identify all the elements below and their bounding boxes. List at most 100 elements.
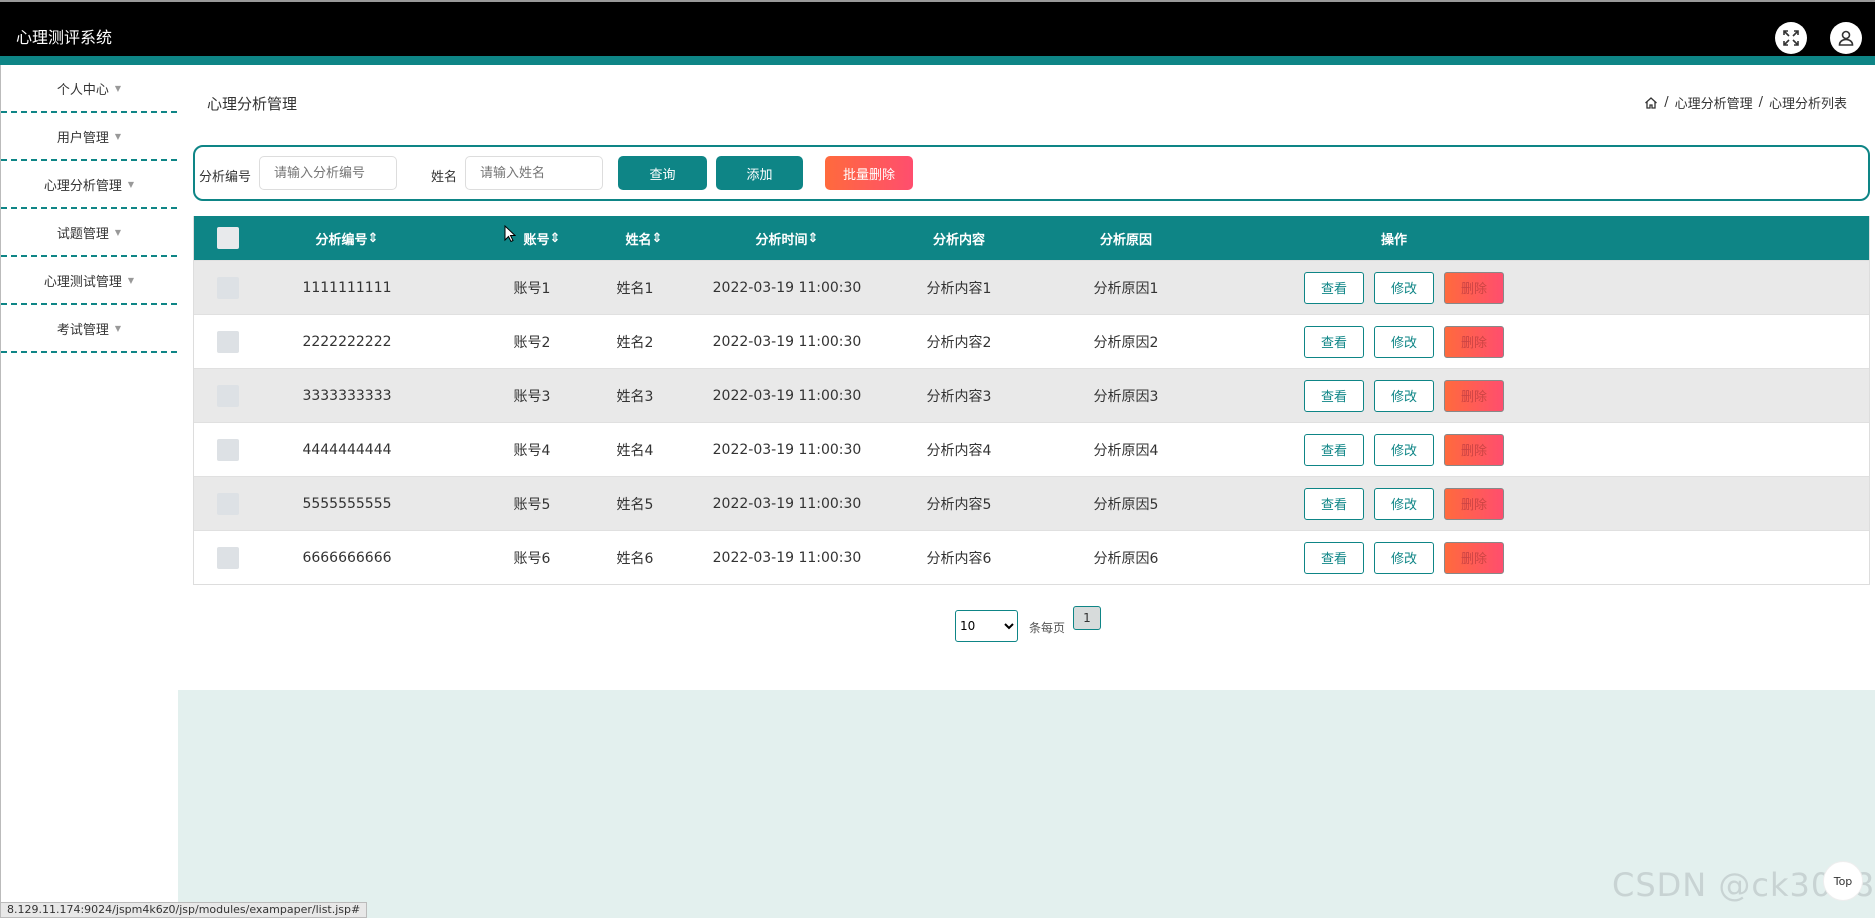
cell-analysis-code: 3333333333 [302,387,392,404]
delete-button[interactable]: 删除 [1444,487,1504,520]
caret-down-icon: ▼ [114,83,122,93]
table-row: 3333333333 账号3 姓名3 2022-03-19 11:00:30 分… [194,368,1869,422]
user-icon [1838,30,1854,46]
cell-analysis-content: 分析内容5 [926,496,992,513]
top-bar: 心理测评系统 [0,0,1875,56]
sort-icon: ⇕ [807,230,819,246]
caret-down-icon: ▼ [127,275,135,285]
breadcrumb-level1[interactable]: 心理分析管理 [1675,93,1753,112]
delete-button[interactable]: 删除 [1444,379,1504,412]
cell-account: 账号3 [513,388,551,405]
sort-icon: ⇕ [367,230,379,246]
header-analysis-code[interactable]: 分析编号 ⇕ [292,216,402,260]
breadcrumb: / 心理分析管理 / 心理分析列表 [1644,93,1847,112]
cell-analysis-time: 2022-03-19 11:00:30 [712,333,862,350]
cell-analysis-content: 分析内容6 [926,550,992,567]
query-button[interactable]: 查询 [618,156,707,190]
edit-button[interactable]: 修改 [1374,487,1434,520]
back-to-top-button[interactable]: Top [1823,861,1863,901]
table-header: 分析编号 ⇕ 账号 ⇕ 姓名 ⇕ 分析时间 ⇕ 分析内容 分析原因 操作 [194,216,1869,260]
row-actions: 查看 修改 删除 [1304,369,1504,422]
main-content: 心理分析管理 / 心理分析管理 / 心理分析列表 分析编号 姓名 查询 添加 批… [178,65,1875,918]
home-icon[interactable] [1644,96,1658,110]
fullscreen-icon [1783,30,1799,46]
view-button[interactable]: 查看 [1304,487,1364,520]
view-button[interactable]: 查看 [1304,325,1364,358]
cell-analysis-reason: 分析原因1 [1093,280,1159,297]
sidebar-item-question-management[interactable]: 试题管理 ▼ [1,209,177,257]
batch-delete-button[interactable]: 批量删除 [825,156,913,190]
page-size-select[interactable]: 10 [955,610,1018,642]
sidebar-item-personal-center[interactable]: 个人中心 ▼ [1,65,177,113]
row-checkbox[interactable] [217,330,239,353]
view-button[interactable]: 查看 [1304,271,1364,304]
row-actions: 查看 修改 删除 [1304,261,1504,314]
cell-analysis-content: 分析内容4 [926,442,992,459]
sidebar-item-analysis-management[interactable]: 心理分析管理 ▼ [1,161,177,209]
delete-button[interactable]: 删除 [1444,271,1504,304]
sort-icon: ⇕ [651,230,663,246]
cell-analysis-content: 分析内容3 [926,388,992,405]
view-button[interactable]: 查看 [1304,541,1364,574]
cell-analysis-reason: 分析原因4 [1093,442,1159,459]
mouse-cursor-icon [504,225,516,243]
header-analysis-content: 分析内容 [932,232,985,248]
cell-analysis-code: 1111111111 [302,279,392,296]
cell-analysis-time: 2022-03-19 11:00:30 [712,387,862,404]
header-analysis-reason: 分析原因 [1099,232,1152,248]
edit-button[interactable]: 修改 [1374,271,1434,304]
row-actions: 查看 修改 删除 [1304,477,1504,530]
cell-analysis-content: 分析内容2 [926,334,992,351]
cell-analysis-code: 6666666666 [302,549,392,566]
cell-analysis-reason: 分析原因6 [1093,550,1159,567]
cell-analysis-code: 5555555555 [302,495,392,512]
row-checkbox[interactable] [217,384,239,407]
sidebar-item-label: 心理分析管理 [43,178,122,194]
status-bar-url: 8.129.11.174:9024/jspm4k6z0/jsp/modules/… [0,902,368,918]
edit-button[interactable]: 修改 [1374,541,1434,574]
breadcrumb-separator: / [1664,95,1669,110]
cell-account: 账号5 [513,496,551,513]
row-checkbox[interactable] [217,438,239,461]
view-button[interactable]: 查看 [1304,379,1364,412]
delete-button[interactable]: 删除 [1444,433,1504,466]
row-actions: 查看 修改 删除 [1304,531,1504,584]
sidebar-item-label: 心理测试管理 [43,274,122,290]
table-row: 6666666666 账号6 姓名6 2022-03-19 11:00:30 分… [194,530,1869,584]
edit-button[interactable]: 修改 [1374,325,1434,358]
page-button-current[interactable]: 1 [1073,606,1101,630]
cell-analysis-reason: 分析原因2 [1093,334,1159,351]
analysis-code-input[interactable] [259,156,397,190]
name-label: 姓名 [431,170,458,185]
row-checkbox[interactable] [217,546,239,569]
sidebar-item-test-management[interactable]: 心理测试管理 ▼ [1,257,177,305]
fullscreen-button[interactable] [1775,22,1807,54]
row-checkbox[interactable] [217,492,239,515]
select-all-checkbox[interactable] [217,227,239,249]
caret-down-icon: ▼ [114,131,122,141]
name-input[interactable] [465,156,603,190]
breadcrumb-separator: / [1758,95,1763,110]
pagination: 10 条每页 1 [178,606,1875,646]
sidebar-item-label: 试题管理 [56,226,109,242]
caret-down-icon: ▼ [114,323,122,333]
user-button[interactable] [1830,22,1862,54]
sidebar-item-exam-management[interactable]: 考试管理 ▼ [1,305,177,353]
per-page-label: 条每页 [1029,621,1066,635]
sidebar-item-label: 个人中心 [56,82,109,98]
view-button[interactable]: 查看 [1304,433,1364,466]
header-analysis-time[interactable]: 分析时间 ⇕ [662,216,912,260]
table-row: 4444444444 账号4 姓名4 2022-03-19 11:00:30 分… [194,422,1869,476]
caret-down-icon: ▼ [114,227,122,237]
delete-button[interactable]: 删除 [1444,541,1504,574]
edit-button[interactable]: 修改 [1374,379,1434,412]
add-button[interactable]: 添加 [716,156,803,190]
sidebar-item-user-management[interactable]: 用户管理 ▼ [1,113,177,161]
edit-button[interactable]: 修改 [1374,433,1434,466]
sidebar-item-label: 用户管理 [56,130,109,146]
app-title: 心理测评系统 [16,28,113,47]
delete-button[interactable]: 删除 [1444,325,1504,358]
caret-down-icon: ▼ [127,179,135,189]
table-row: 2222222222 账号2 姓名2 2022-03-19 11:00:30 分… [194,314,1869,368]
row-checkbox[interactable] [217,276,239,299]
